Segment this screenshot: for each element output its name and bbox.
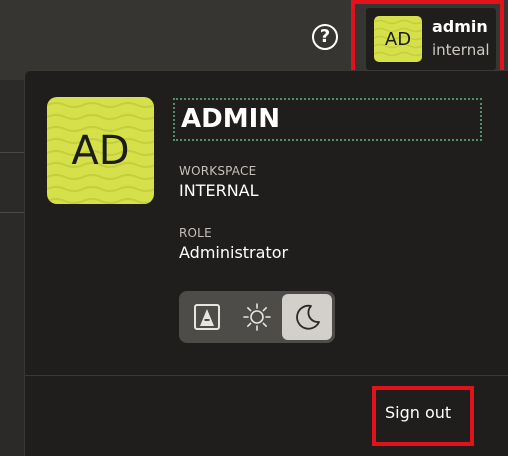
background-divider [0, 212, 24, 213]
avatar-initials: AD [384, 28, 412, 50]
panel-divider [25, 375, 508, 376]
theme-option-auto[interactable] [182, 294, 232, 340]
help-button[interactable]: ? [312, 24, 338, 50]
theme-option-dark[interactable] [282, 294, 332, 340]
theme-option-light[interactable] [232, 294, 282, 340]
user-profile-popup: AD ADMIN WORKSPACE INTERNAL ROLE Adminis… [24, 70, 508, 456]
role-value: Administrator [179, 243, 289, 262]
background-divider [0, 152, 24, 153]
moon-icon [296, 304, 320, 330]
workspace-label: WORKSPACE [179, 164, 257, 178]
user-menu-button[interactable]: AD admin internal [366, 8, 496, 70]
avatar: AD [374, 16, 422, 62]
user-name: admin [432, 17, 488, 36]
theme-switcher [179, 291, 335, 343]
workspace-value: INTERNAL [179, 181, 259, 200]
user-workspace: internal [432, 41, 490, 59]
role-label: ROLE [179, 226, 212, 240]
sun-icon [243, 303, 271, 331]
profile-avatar: AD [47, 97, 154, 204]
auto-theme-icon [194, 304, 220, 330]
page: ? AD admin internal AD ADMIN WORKSPACE I… [0, 0, 508, 456]
sign-out-button[interactable]: Sign out [385, 403, 451, 422]
question-circle-icon: ? [319, 26, 331, 47]
avatar-initials: AD [71, 127, 130, 174]
profile-display-name: ADMIN [173, 98, 482, 141]
